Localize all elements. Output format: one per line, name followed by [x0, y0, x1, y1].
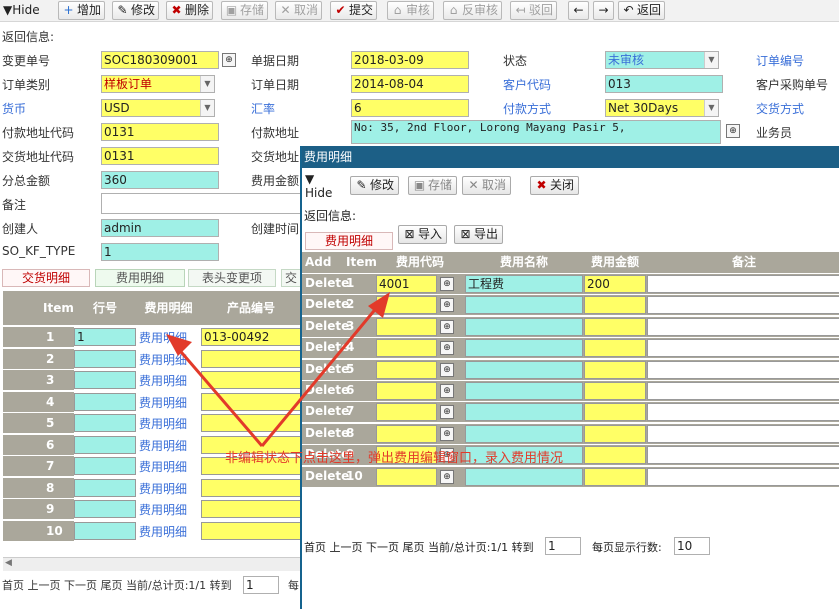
- annotation-arrows: [166, 292, 390, 447]
- arrow-line-left: [174, 345, 264, 447]
- arrow-line-right: [260, 305, 380, 447]
- annotation-text: 非编辑状态下点击这里，弹出费用编辑窗口，录入费用情况: [225, 451, 564, 466]
- arrowhead-left: [166, 334, 192, 356]
